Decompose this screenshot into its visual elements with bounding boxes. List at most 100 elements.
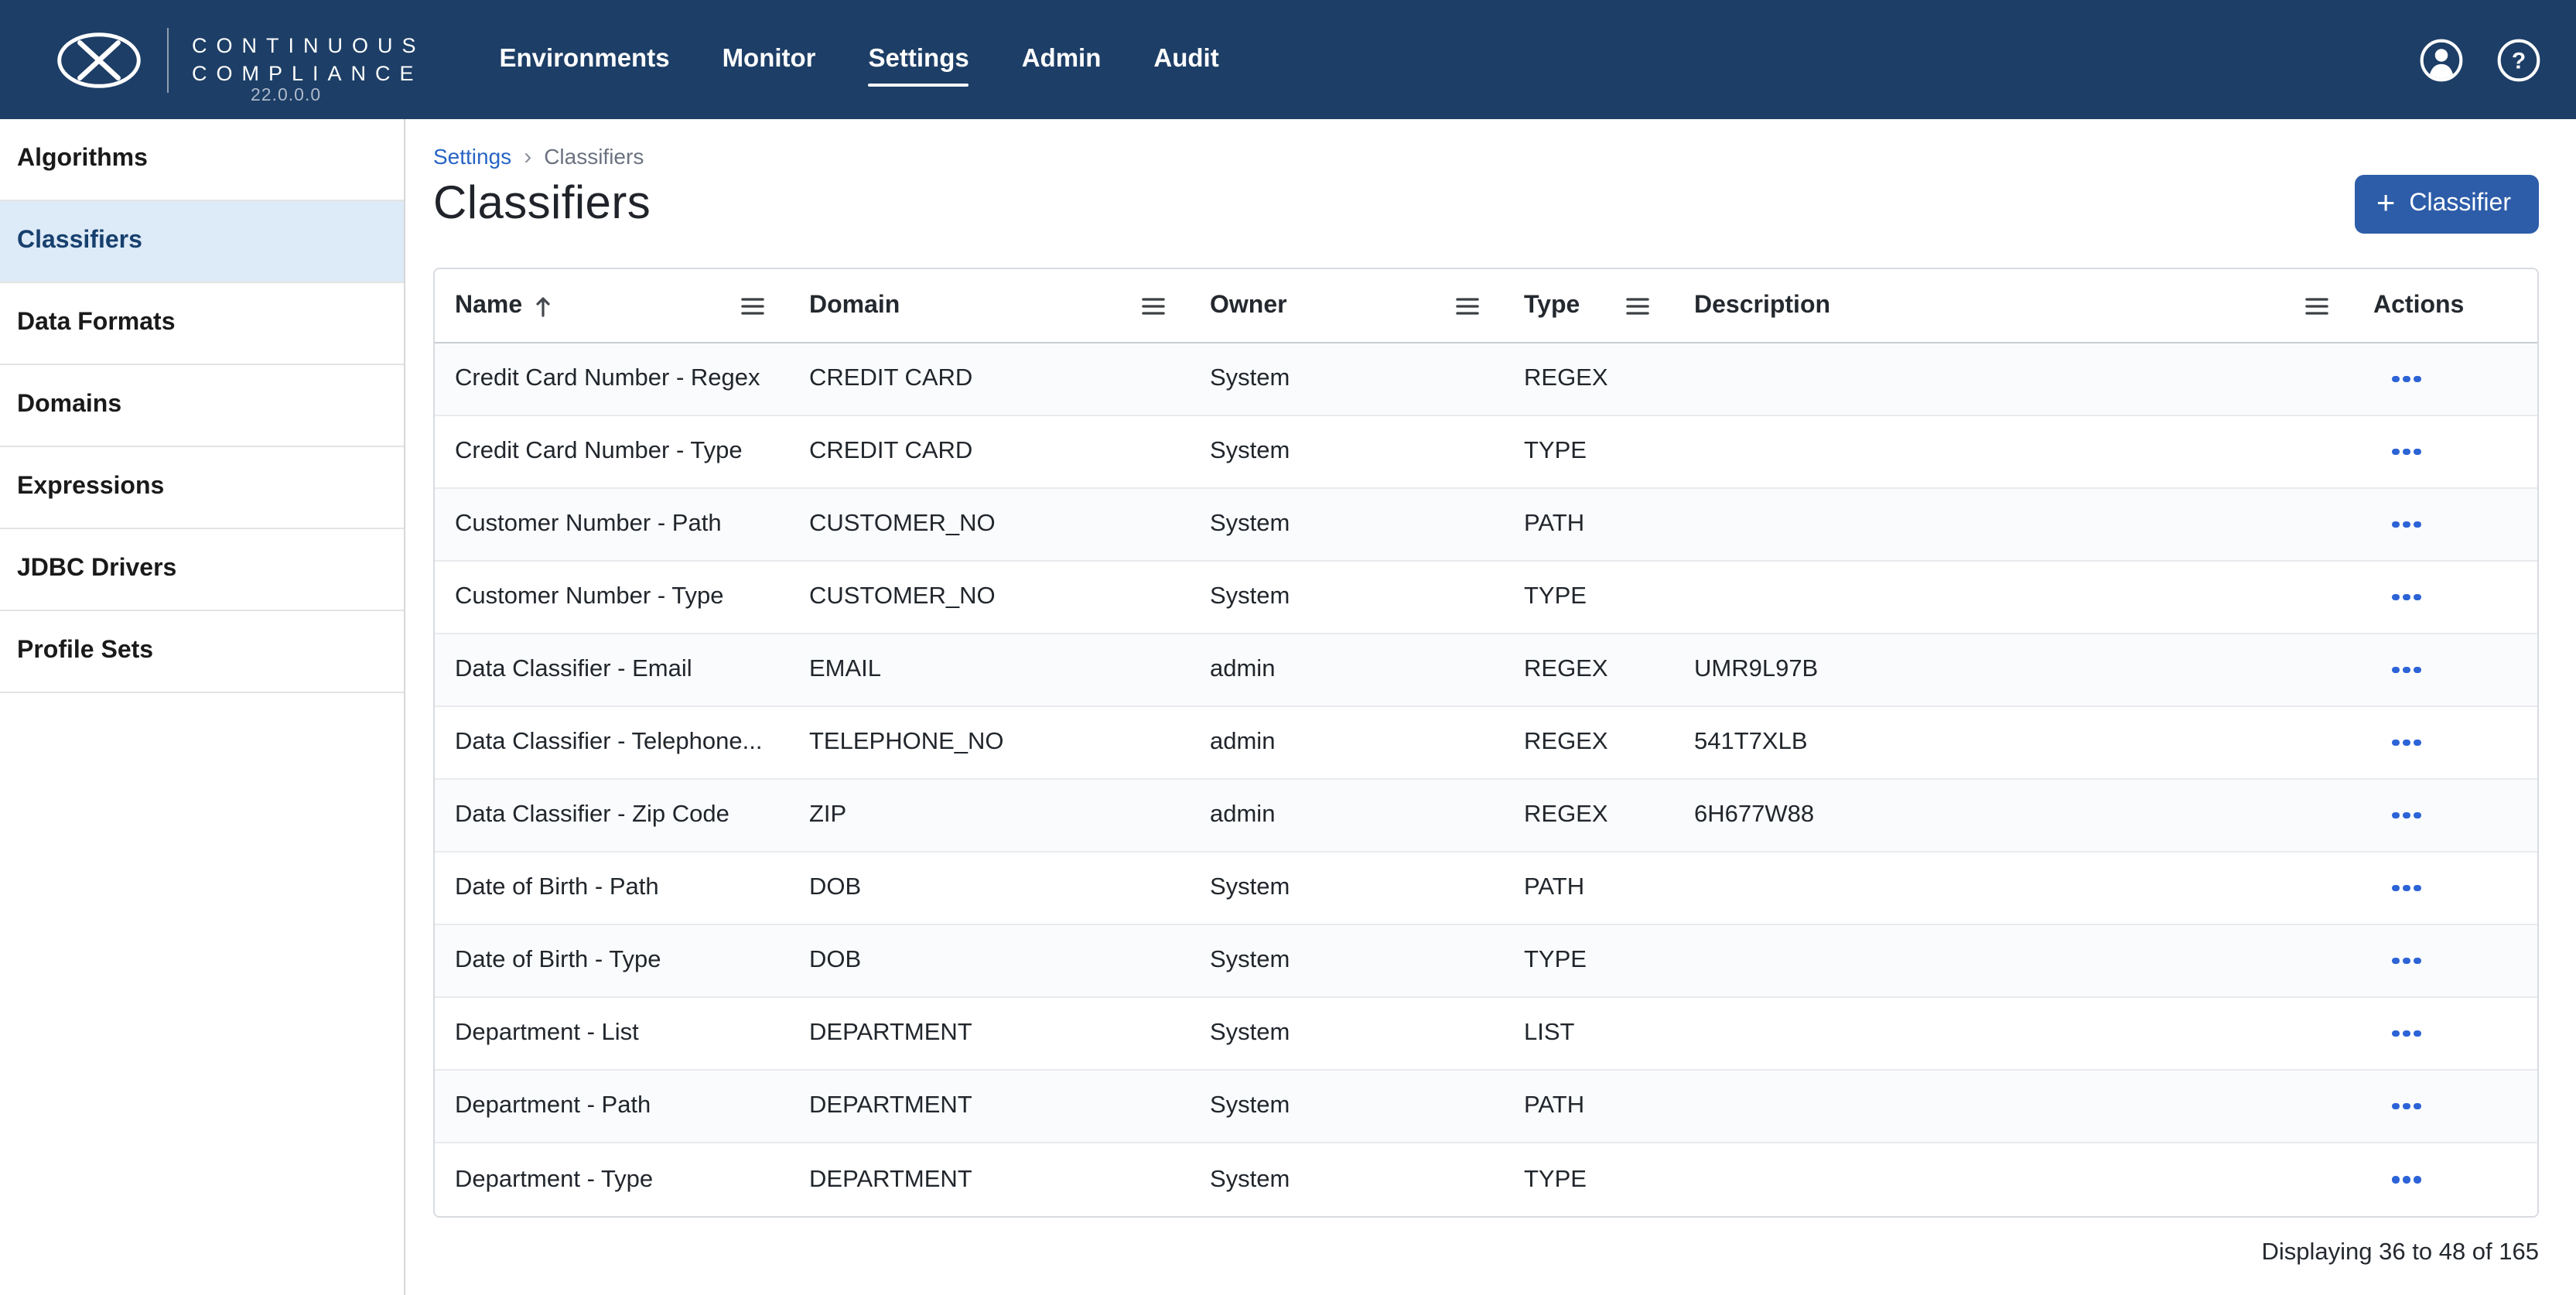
row-actions-button[interactable]: [2386, 1021, 2427, 1047]
cell-type: REGEX: [1504, 343, 1674, 415]
cell-description: [1674, 416, 2353, 487]
column-menu-icon[interactable]: [741, 296, 764, 315]
sidebar-list: Algorithms Classifiers Data Formats Doma…: [0, 119, 404, 693]
cell-type: PATH: [1504, 1071, 1674, 1142]
cell-actions: [2353, 853, 2537, 924]
sidebar-item-classifiers[interactable]: Classifiers: [0, 201, 404, 283]
cell-domain: CUSTOMER_NO: [789, 489, 1190, 560]
cell-owner: System: [1190, 853, 1504, 924]
row-actions-button[interactable]: [2386, 585, 2427, 610]
cell-description: [1674, 562, 2353, 633]
cell-type: TYPE: [1504, 1143, 1674, 1216]
cell-type: PATH: [1504, 489, 1674, 560]
nav-item-environments[interactable]: Environments: [500, 45, 670, 74]
top-nav: Environments Monitor Settings Admin Audi…: [500, 45, 1219, 74]
column-header-label: Domain: [809, 292, 900, 319]
ellipsis-icon: [2392, 812, 2399, 819]
sidebar-item-label: Expressions: [17, 473, 164, 501]
cell-description: UMR9L97B: [1674, 634, 2353, 706]
column-header-domain[interactable]: Domain: [789, 269, 1190, 342]
account-button[interactable]: [2418, 36, 2465, 83]
cell-domain: ZIP: [789, 780, 1190, 851]
breadcrumb-separator-icon: ›: [524, 145, 531, 168]
table-row: Data Classifier - Email EMAIL admin REGE…: [435, 634, 2537, 707]
table-row: Data Classifier - Telephone... TELEPHONE…: [435, 707, 2537, 780]
column-menu-icon[interactable]: [1626, 296, 1649, 315]
cell-description: [1674, 998, 2353, 1069]
row-actions-button[interactable]: [2386, 512, 2427, 538]
nav-item-audit[interactable]: Audit: [1153, 45, 1218, 74]
column-header-description[interactable]: Description: [1674, 269, 2353, 342]
ellipsis-icon: [2392, 667, 2399, 674]
add-classifier-button[interactable]: + Classifier: [2355, 175, 2539, 234]
table-body: Credit Card Number - Regex CREDIT CARD S…: [435, 343, 2537, 1216]
cell-domain: DEPARTMENT: [789, 1143, 1190, 1216]
table-row: Date of Birth - Path DOB System PATH: [435, 853, 2537, 925]
sidebar-item-data-formats[interactable]: Data Formats: [0, 283, 404, 365]
table-row: Department - List DEPARTMENT System LIST: [435, 998, 2537, 1071]
cell-description: [1674, 853, 2353, 924]
table-row: Customer Number - Type CUSTOMER_NO Syste…: [435, 562, 2537, 634]
cell-type: TYPE: [1504, 416, 1674, 487]
row-actions-button[interactable]: [2386, 803, 2427, 829]
nav-item-monitor[interactable]: Monitor: [723, 45, 816, 74]
cell-type: TYPE: [1504, 925, 1674, 996]
add-classifier-label: Classifier: [2409, 190, 2511, 218]
cell-type: REGEX: [1504, 634, 1674, 706]
cell-actions: [2353, 343, 2537, 415]
row-actions-button[interactable]: [2386, 1167, 2427, 1193]
table-row: Department - Path DEPARTMENT System PATH: [435, 1071, 2537, 1143]
cell-owner: System: [1190, 998, 1504, 1069]
cell-name: Department - List: [435, 998, 789, 1069]
sidebar-item-label: Data Formats: [17, 309, 176, 337]
app-root: CONTINUOUS COMPLIANCE 22.0.0.0 Environme…: [0, 0, 2576, 1295]
sidebar-item-label: Profile Sets: [17, 637, 153, 665]
ellipsis-icon: [2392, 1103, 2399, 1110]
sidebar-item-expressions[interactable]: Expressions: [0, 447, 404, 529]
cell-domain: CUSTOMER_NO: [789, 562, 1190, 633]
column-header-type[interactable]: Type: [1504, 269, 1674, 342]
cell-domain: DEPARTMENT: [789, 998, 1190, 1069]
row-actions-button[interactable]: [2386, 1094, 2427, 1119]
column-header-name[interactable]: Name: [435, 269, 789, 342]
nav-item-settings[interactable]: Settings: [869, 45, 969, 74]
row-actions-button[interactable]: [2386, 730, 2427, 756]
ellipsis-icon: [2392, 449, 2399, 456]
help-icon: ?: [2496, 36, 2542, 83]
breadcrumb-settings-link[interactable]: Settings: [433, 144, 511, 169]
cell-description: [1674, 343, 2353, 415]
breadcrumb: Settings › Classifiers: [433, 144, 2539, 169]
brand-text: CONTINUOUS COMPLIANCE: [192, 32, 425, 87]
nav-item-admin[interactable]: Admin: [1022, 45, 1102, 74]
sidebar-item-algorithms[interactable]: Algorithms: [0, 119, 404, 201]
cell-domain: DEPARTMENT: [789, 1071, 1190, 1142]
cell-type: REGEX: [1504, 780, 1674, 851]
row-actions-button[interactable]: [2386, 367, 2427, 392]
cell-domain: CREDIT CARD: [789, 416, 1190, 487]
column-header-owner[interactable]: Owner: [1190, 269, 1504, 342]
nav-item-label: Admin: [1022, 45, 1102, 73]
help-button[interactable]: ?: [2496, 36, 2542, 83]
cell-actions: [2353, 1071, 2537, 1142]
row-actions-button[interactable]: [2386, 948, 2427, 974]
brand-line2: COMPLIANCE: [192, 60, 425, 87]
sidebar-item-domains[interactable]: Domains: [0, 365, 404, 447]
sidebar-item-jdbc-drivers[interactable]: JDBC Drivers: [0, 529, 404, 611]
sidebar-item-profile-sets[interactable]: Profile Sets: [0, 611, 404, 693]
cell-actions: [2353, 925, 2537, 996]
column-menu-icon[interactable]: [1142, 296, 1165, 315]
table-row: Date of Birth - Type DOB System TYPE: [435, 925, 2537, 998]
cell-owner: System: [1190, 343, 1504, 415]
column-header-label: Owner: [1210, 292, 1287, 319]
column-header-actions[interactable]: Actions: [2353, 269, 2537, 342]
column-menu-icon[interactable]: [2305, 296, 2328, 315]
cell-name: Data Classifier - Zip Code: [435, 780, 789, 851]
row-actions-button[interactable]: [2386, 876, 2427, 901]
row-actions-button[interactable]: [2386, 658, 2427, 683]
cell-description: [1674, 489, 2353, 560]
cell-name: Department - Type: [435, 1143, 789, 1216]
column-menu-icon[interactable]: [1456, 296, 1479, 315]
cell-domain: TELEPHONE_NO: [789, 707, 1190, 778]
row-actions-button[interactable]: [2386, 439, 2427, 465]
cell-domain: EMAIL: [789, 634, 1190, 706]
